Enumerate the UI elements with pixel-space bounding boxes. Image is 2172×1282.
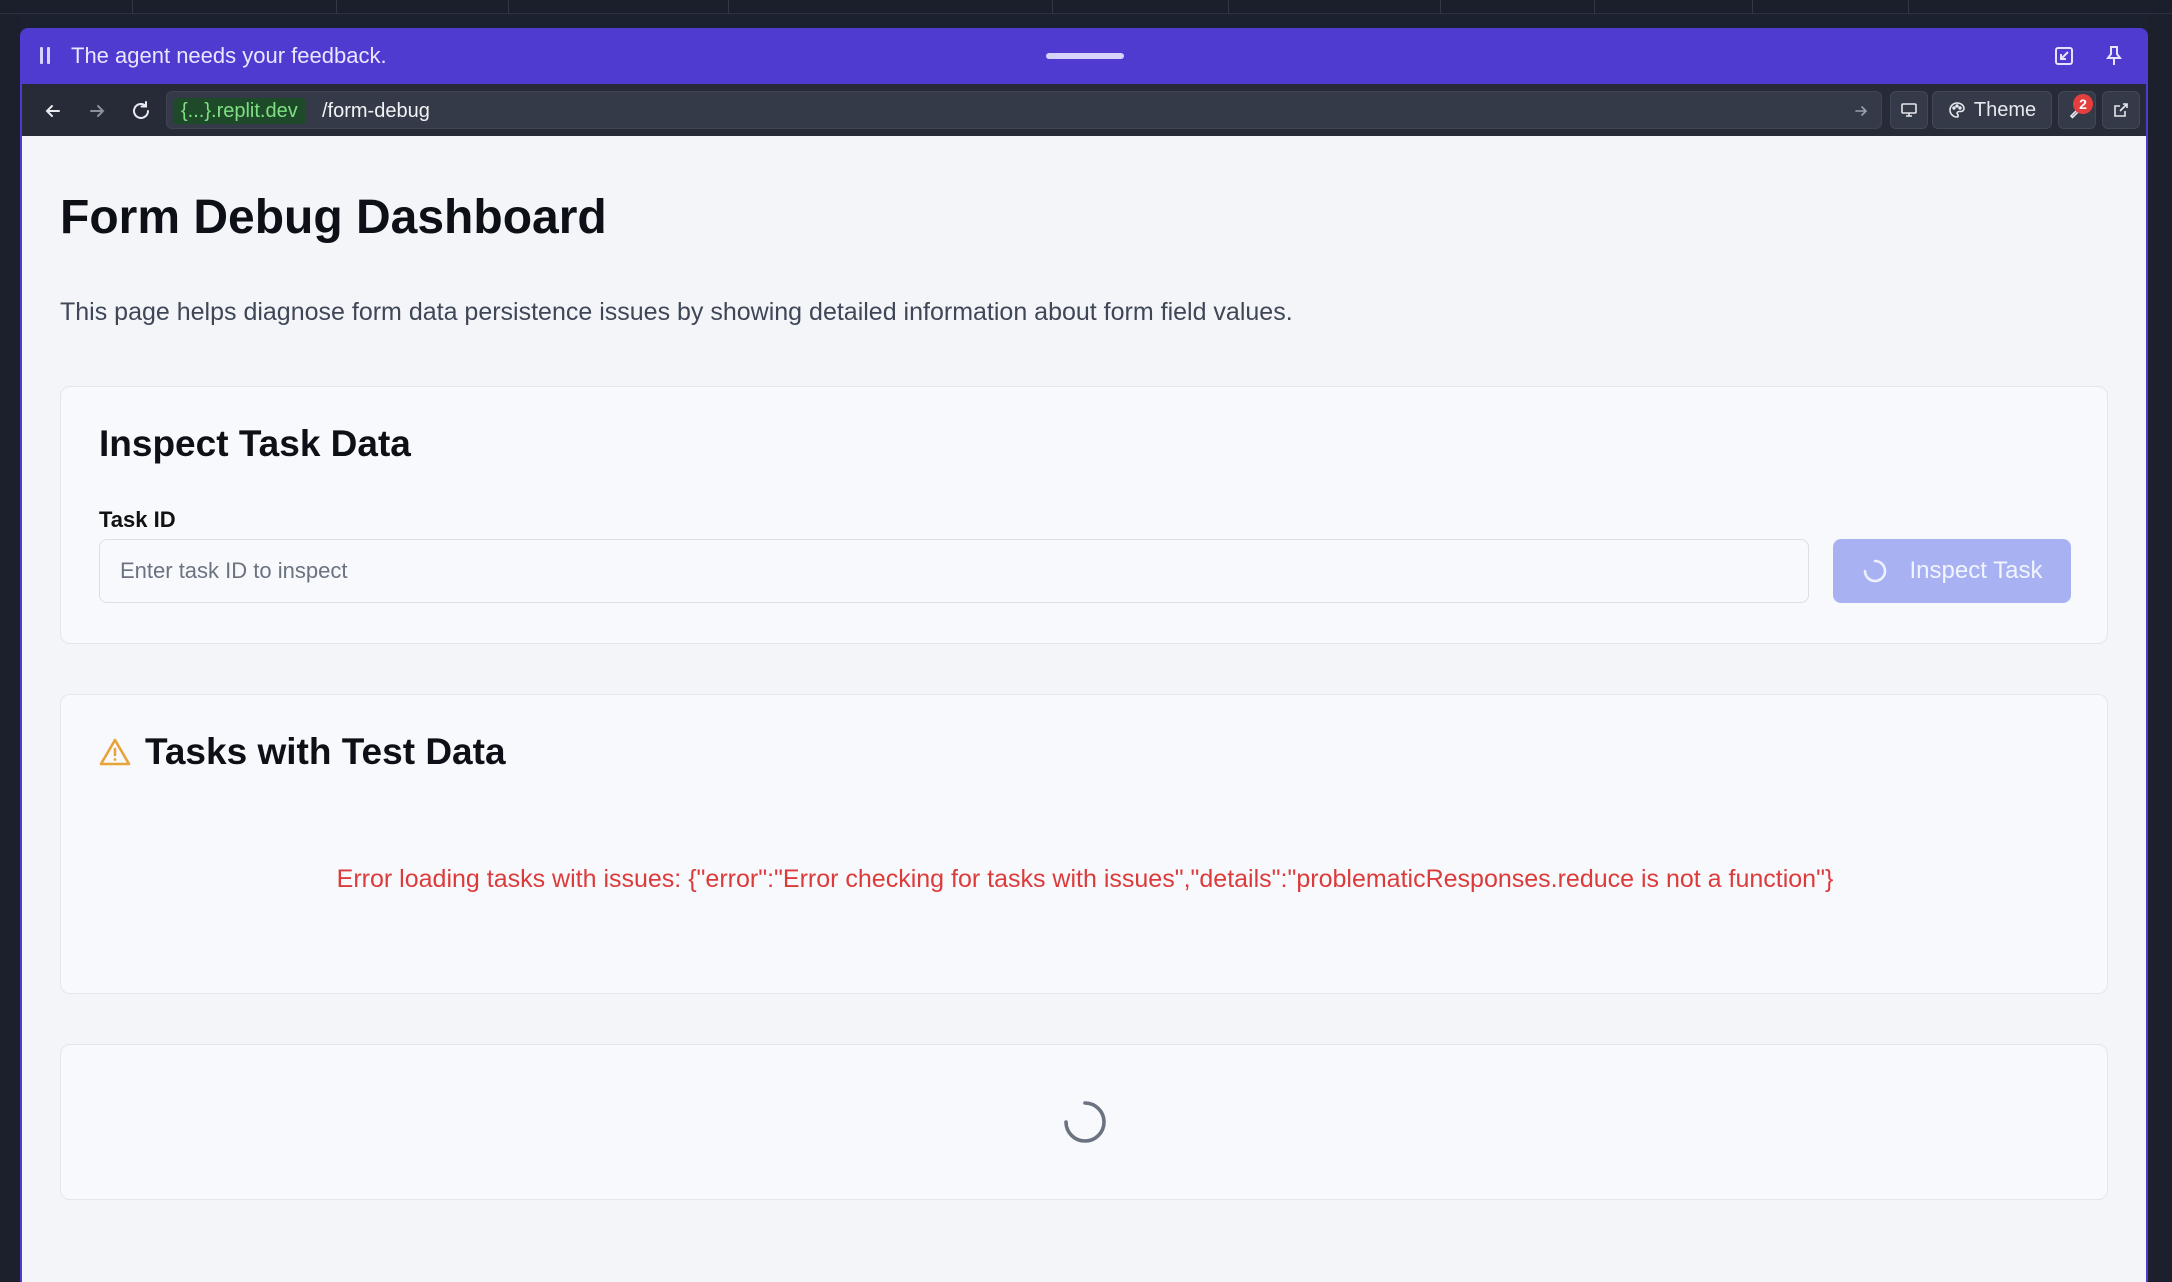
inspect-task-card: Inspect Task Data Task ID Inspect Task	[60, 386, 2108, 644]
open-new-tab-button[interactable]	[2102, 91, 2140, 129]
theme-button[interactable]: Theme	[1932, 91, 2052, 129]
ide-divider	[132, 0, 133, 14]
forward-icon[interactable]	[82, 96, 112, 126]
inspect-card-title: Inspect Task Data	[99, 423, 411, 464]
ide-divider	[1440, 0, 1441, 14]
url-domain: {...}.replit.dev	[173, 98, 306, 124]
page-description: This page helps diagnose form data persi…	[60, 298, 1293, 326]
inspect-button-label: Inspect Task	[1909, 557, 2043, 584]
ide-right-rail	[2148, 14, 2172, 1282]
ide-divider	[1908, 0, 1909, 14]
page-title: Form Debug Dashboard	[60, 191, 607, 244]
go-arrow-icon[interactable]	[1849, 99, 1873, 123]
agent-feedback-bar: The agent needs your feedback.	[20, 28, 2148, 84]
devtools-button[interactable]: 2	[2058, 91, 2096, 129]
drag-handle[interactable]	[1046, 53, 1124, 59]
error-message: Error loading tasks with issues: {"error…	[336, 865, 1834, 893]
loading-spinner-icon	[1064, 1101, 1106, 1143]
device-view-button[interactable]	[1890, 91, 1928, 129]
external-link-icon	[2114, 103, 2128, 117]
loading-card	[60, 1044, 2108, 1200]
url-path: /form-debug	[322, 100, 430, 122]
ide-divider	[1594, 0, 1595, 14]
palette-icon	[1949, 102, 1965, 118]
tasks-test-data-card: Tasks with Test Data Error loading tasks…	[60, 694, 2108, 994]
preview-frame: The agent needs your feedback. {...}.rep…	[20, 28, 2148, 1282]
tasks-card-title: Tasks with Test Data	[145, 731, 506, 772]
ide-divider	[1228, 0, 1229, 14]
page-content: Form Debug Dashboard This page helps dia…	[22, 136, 2146, 1282]
browser-toolbar: {...}.replit.dev /form-debug Theme 2	[22, 84, 2146, 136]
ide-left-rail	[0, 14, 20, 1282]
devtools-badge: 2	[2073, 94, 2093, 114]
theme-label: Theme	[1973, 98, 2037, 121]
address-bar[interactable]: {...}.replit.dev /form-debug	[166, 91, 1882, 129]
loading-spinner-icon	[1863, 559, 1886, 583]
feedback-message: The agent needs your feedback.	[71, 43, 387, 68]
pause-icon[interactable]	[38, 47, 52, 65]
pin-icon[interactable]	[2100, 42, 2128, 70]
inspect-task-button[interactable]: Inspect Task	[1833, 539, 2071, 603]
reload-icon[interactable]	[126, 96, 156, 126]
task-id-input[interactable]	[99, 539, 1809, 603]
monitor-icon	[1901, 103, 1917, 117]
warning-icon	[99, 738, 131, 766]
back-icon[interactable]	[38, 96, 68, 126]
collapse-icon[interactable]	[2050, 42, 2078, 70]
ide-divider	[728, 0, 729, 14]
task-id-label: Task ID	[99, 507, 176, 532]
ide-divider	[508, 0, 509, 14]
ide-divider	[336, 0, 337, 14]
ide-top-strip	[0, 0, 2172, 14]
ide-divider	[1752, 0, 1753, 14]
ide-divider	[1052, 0, 1053, 14]
